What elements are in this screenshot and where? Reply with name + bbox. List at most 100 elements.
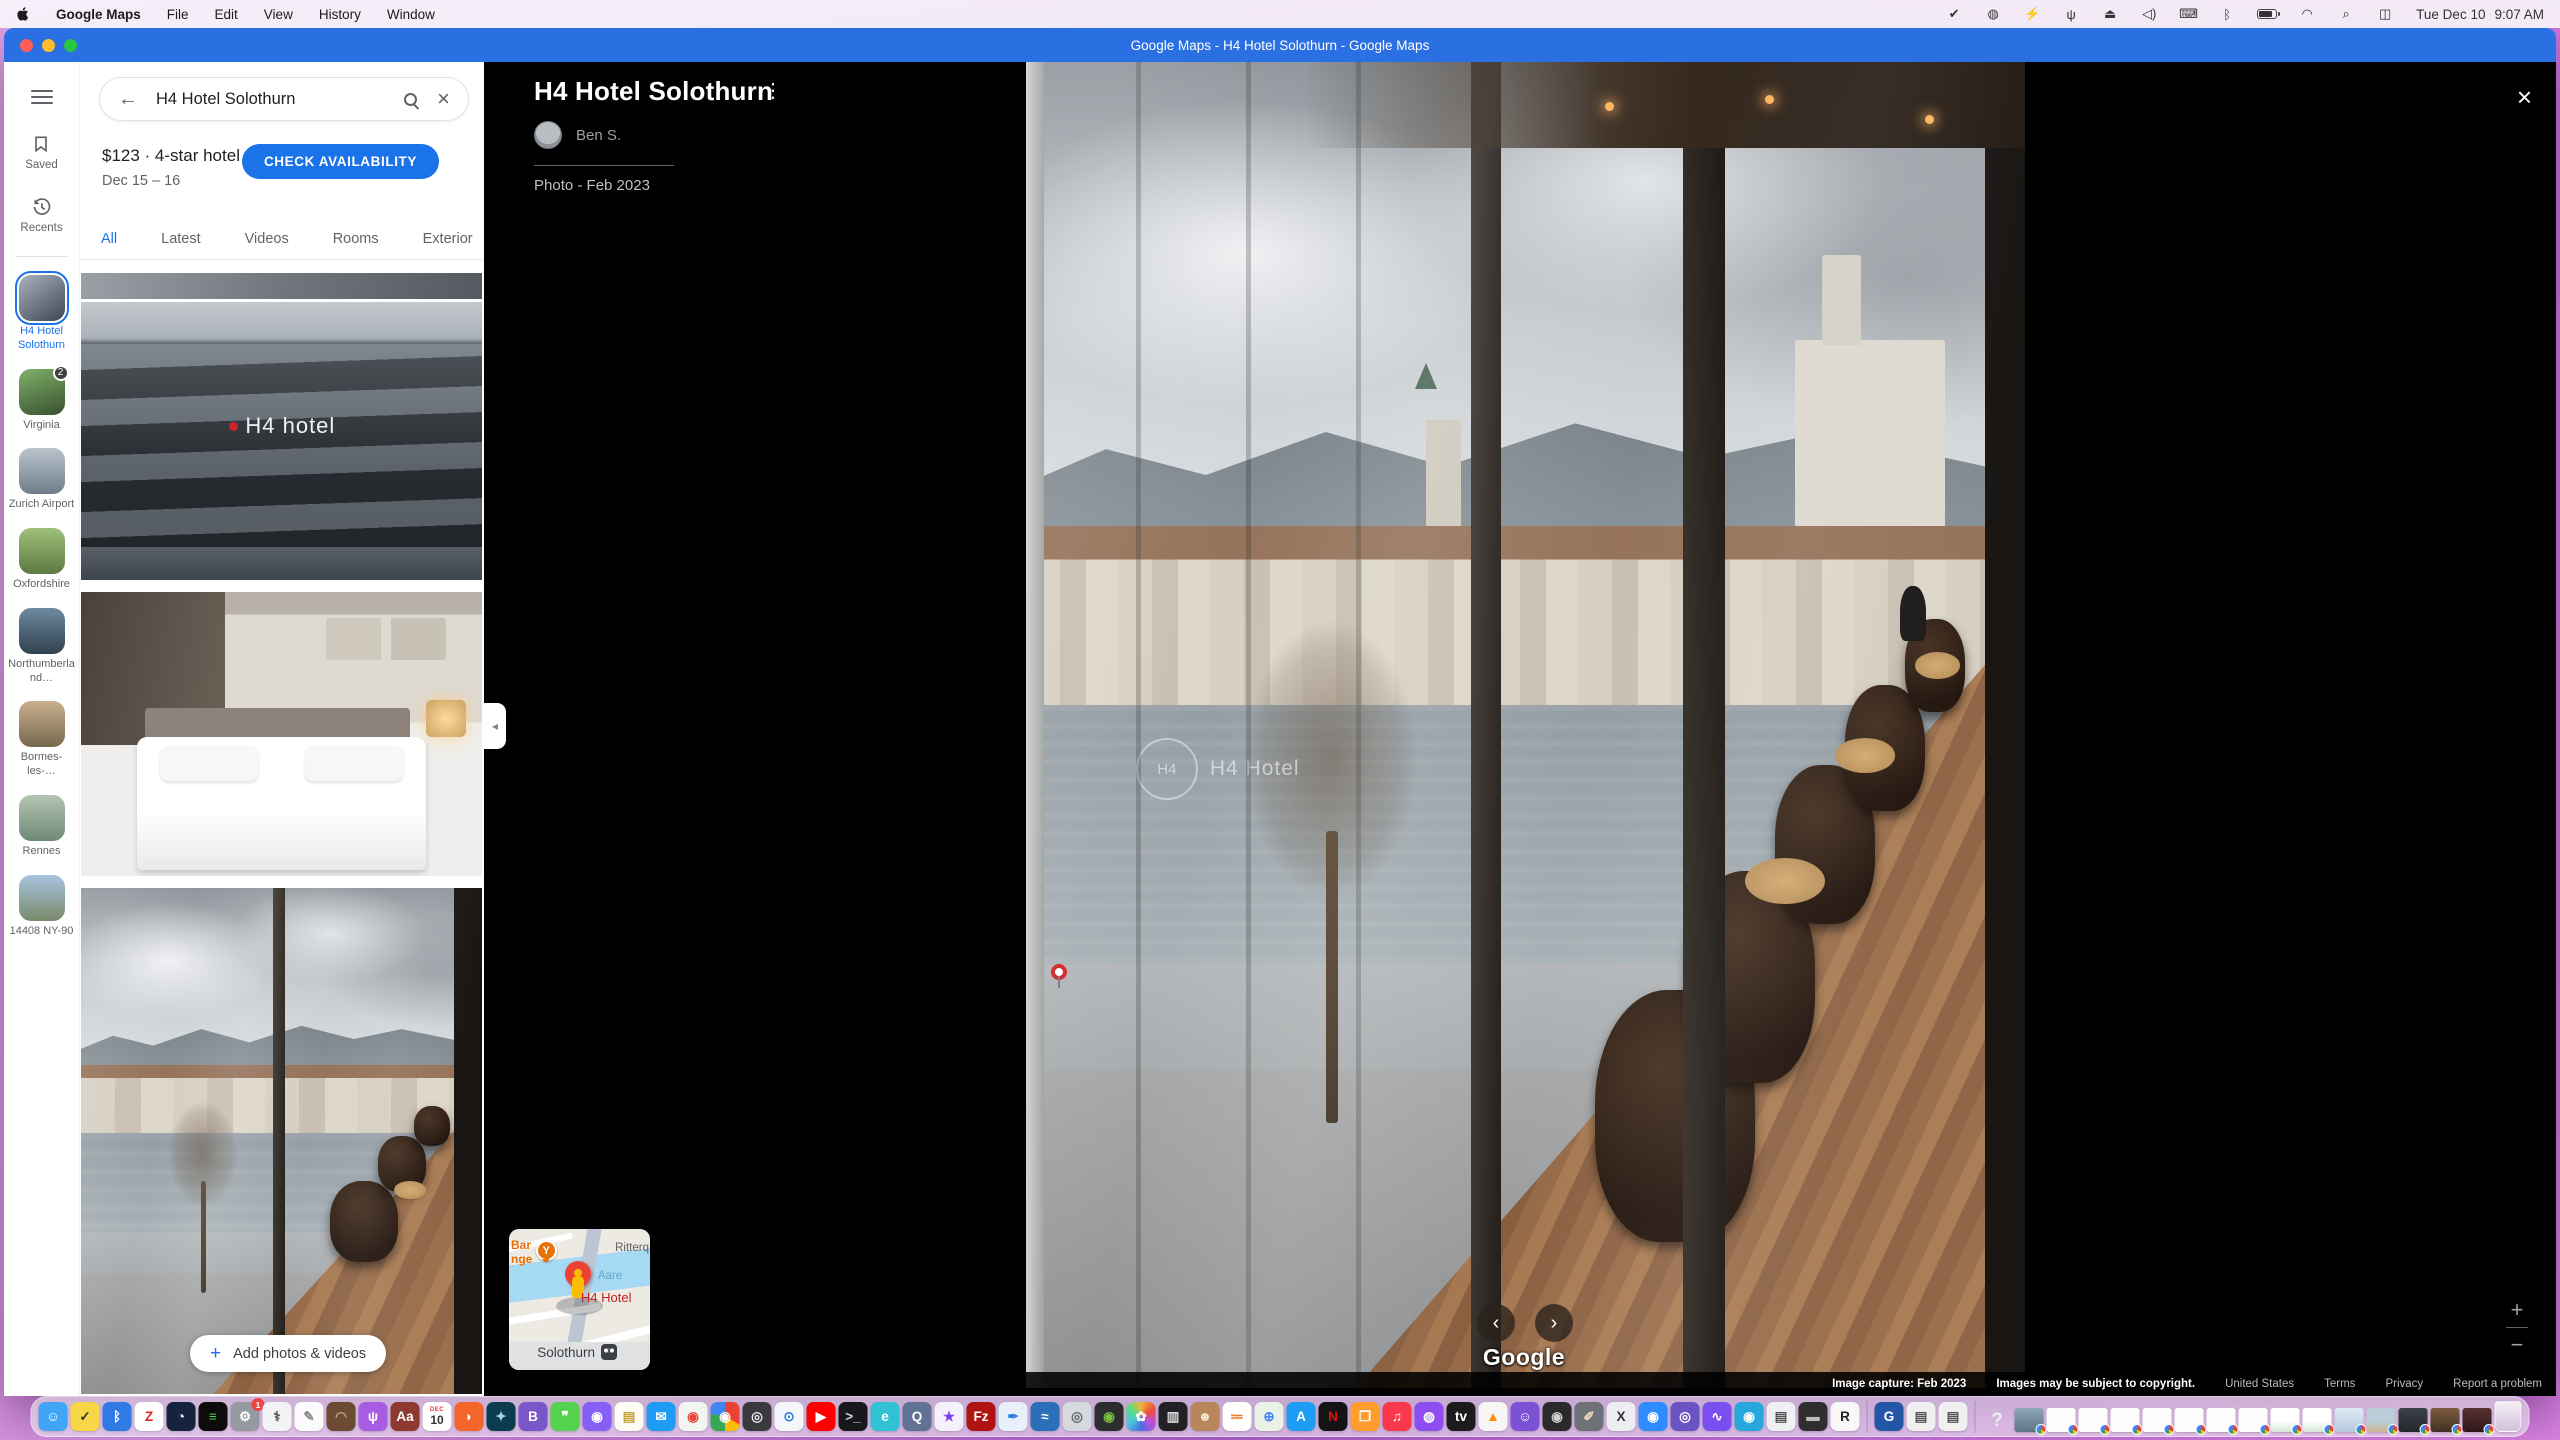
apple-tv-icon[interactable]: tv — [1447, 1402, 1476, 1431]
tab-videos[interactable]: Videos — [245, 225, 289, 259]
minimized-window[interactable] — [2047, 1408, 2076, 1432]
printer-2-icon[interactable]: ▤ — [1939, 1402, 1968, 1431]
wifi-status-icon[interactable]: ◠ — [2298, 6, 2316, 22]
flash-status-icon[interactable]: ⚡ — [2023, 6, 2041, 22]
hamburger-menu-icon[interactable] — [31, 86, 53, 108]
sidebar-place-northumberland[interactable]: Northumberland… — [6, 608, 78, 686]
firefox-icon[interactable]: ◗ — [455, 1402, 484, 1431]
search-input[interactable] — [156, 90, 390, 109]
footer-link[interactable]: Terms — [2324, 1378, 2355, 1390]
more-options-icon[interactable]: ⋮ — [755, 76, 791, 105]
minimized-window[interactable] — [2079, 1408, 2108, 1432]
audio-levels-icon[interactable]: ≡ — [199, 1402, 228, 1431]
zoom-in-button[interactable]: + — [2511, 1299, 2524, 1321]
netflix-icon[interactable]: N — [1319, 1402, 1348, 1431]
x11-icon[interactable]: X — [1607, 1402, 1636, 1431]
hair-app-icon[interactable]: ◠ — [327, 1402, 356, 1431]
sidebar-place-bormes[interactable]: Bormes-les-… — [6, 701, 78, 779]
cocktail-poi-icon[interactable]: Y — [536, 1240, 557, 1261]
maps-app-icon[interactable]: ⊕ — [1255, 1402, 1284, 1431]
footer-link[interactable]: Report a problem — [2453, 1378, 2542, 1390]
control-center-status-icon[interactable]: ◫ — [2376, 6, 2394, 22]
usb-status-icon[interactable]: ψ — [2062, 7, 2080, 22]
things-icon[interactable]: ✓ — [71, 1402, 100, 1431]
footer-link[interactable]: Privacy — [2385, 1378, 2423, 1390]
obs-icon[interactable]: ◎ — [1671, 1402, 1700, 1431]
bluetooth-status-icon[interactable]: ᛒ — [2218, 7, 2236, 22]
music-icon[interactable]: ♫ — [1383, 1402, 1412, 1431]
photo-thumbnail-partial[interactable] — [81, 273, 482, 299]
menu-bar-item[interactable]: Edit — [215, 7, 238, 22]
photo-thumbnail-lounge-selected[interactable] — [81, 888, 482, 1394]
zinio-icon[interactable]: Z — [135, 1402, 164, 1431]
shortcuts-status-icon[interactable]: ✔ — [1945, 6, 1963, 22]
printer-1-icon[interactable]: ▤ — [1907, 1402, 1936, 1431]
sidebar-place-virginia[interactable]: 2 Virginia — [6, 369, 78, 433]
finder-icon[interactable]: ☺ — [39, 1402, 68, 1431]
gimp-icon[interactable]: ✐ — [1575, 1402, 1604, 1431]
dock-separator[interactable] — [1867, 1401, 1868, 1433]
next-photo-button[interactable]: › — [1535, 1304, 1573, 1342]
collapse-panel-handle[interactable]: ◂ — [484, 703, 506, 749]
sidebar-place-rennes[interactable]: Rennes — [6, 795, 78, 859]
calendar-icon[interactable]: DEC 10 — [423, 1402, 452, 1431]
minimized-window[interactable] — [2207, 1408, 2236, 1432]
mail-icon[interactable]: ✉ — [647, 1402, 676, 1431]
search-icon[interactable] — [404, 93, 417, 106]
trash-icon[interactable] — [2495, 1401, 2522, 1432]
webcam-app-icon[interactable]: ◉ — [1735, 1402, 1764, 1431]
minimized-window[interactable] — [2463, 1408, 2492, 1432]
minimized-window[interactable] — [2015, 1408, 2044, 1432]
minimized-window[interactable] — [2239, 1408, 2268, 1432]
zoom-icon[interactable]: ◉ — [1639, 1402, 1668, 1431]
busycal-icon[interactable]: B — [519, 1402, 548, 1431]
chrome-icon[interactable]: ◉ — [711, 1402, 740, 1431]
kindle-icon[interactable]: ✦ — [487, 1402, 516, 1431]
ovation-icon[interactable]: ★ — [935, 1402, 964, 1431]
footer-link[interactable]: United States — [2225, 1378, 2294, 1390]
menu-bar-item[interactable]: View — [264, 7, 293, 22]
sidebar-item-saved[interactable]: Saved — [25, 134, 58, 171]
add-photos-button[interactable]: + Add photos & videos — [190, 1335, 386, 1372]
window-close-button[interactable] — [20, 39, 33, 52]
openoffice-icon[interactable]: ≈ — [1031, 1402, 1060, 1431]
character-app-icon[interactable]: ☺ — [1511, 1402, 1540, 1431]
scanner-app-icon[interactable]: ▬ — [1799, 1402, 1828, 1431]
sidebar-place-zurich-airport[interactable]: Zurich Airport — [6, 448, 78, 512]
menu-bar-item[interactable]: Window — [387, 7, 435, 22]
safari-icon[interactable]: ⊙ — [775, 1402, 804, 1431]
usb-app-icon[interactable]: ψ — [359, 1402, 388, 1431]
minimized-window[interactable] — [2367, 1408, 2396, 1432]
minimized-window[interactable] — [2143, 1408, 2172, 1432]
window-title-bar[interactable]: Google Maps - H4 Hotel Solothurn - Googl… — [4, 28, 2556, 62]
minimized-window-ghost[interactable]: ? — [1983, 1408, 2012, 1432]
bluetooth-app-icon[interactable]: ᛒ — [103, 1402, 132, 1431]
window-minimize-button[interactable] — [42, 39, 55, 52]
battery-status-icon[interactable] — [2257, 9, 2277, 19]
reminders-icon[interactable]: ≔ — [1223, 1402, 1252, 1431]
spotlight-status-icon[interactable]: ⌕ — [2337, 6, 2355, 22]
contacts-icon[interactable]: ☻ — [1191, 1402, 1220, 1431]
minimized-window[interactable] — [2175, 1408, 2204, 1432]
vlc-icon[interactable]: ▲ — [1479, 1402, 1508, 1431]
back-arrow-icon[interactable]: ← — [118, 88, 142, 111]
font-app-icon[interactable]: Aa — [391, 1402, 420, 1431]
speedtest-icon[interactable]: ◔ — [167, 1402, 196, 1431]
sidebar-place-oxfordshire[interactable]: Oxfordshire — [6, 528, 78, 592]
photo-thumbnail-bedroom[interactable] — [81, 592, 482, 876]
quicktime-icon[interactable]: Q — [903, 1402, 932, 1431]
menu-bar-clock[interactable]: Tue Dec 10 9:07 AM — [2416, 7, 2544, 22]
minimized-window[interactable] — [2335, 1408, 2364, 1432]
eject-status-icon[interactable]: ⏏ — [2101, 6, 2119, 22]
dock-separator[interactable] — [1975, 1401, 1976, 1433]
volume-status-icon[interactable]: ◁) — [2140, 6, 2158, 22]
drawing-app-icon[interactable]: ✒ — [999, 1402, 1028, 1431]
dvd-player-icon[interactable]: ◎ — [1063, 1402, 1092, 1431]
edge-icon[interactable]: e — [871, 1402, 900, 1431]
minimized-window[interactable] — [2303, 1408, 2332, 1432]
active-app-name[interactable]: Google Maps — [56, 7, 141, 22]
mini-map[interactable]: Barnge Y Ritterq Aare H4 Hotel Solothurn — [509, 1229, 650, 1370]
apple-menu-icon[interactable] — [16, 6, 30, 22]
home-app-icon[interactable]: G — [1875, 1402, 1904, 1431]
photo-author-row[interactable]: Ben S. — [534, 121, 773, 149]
